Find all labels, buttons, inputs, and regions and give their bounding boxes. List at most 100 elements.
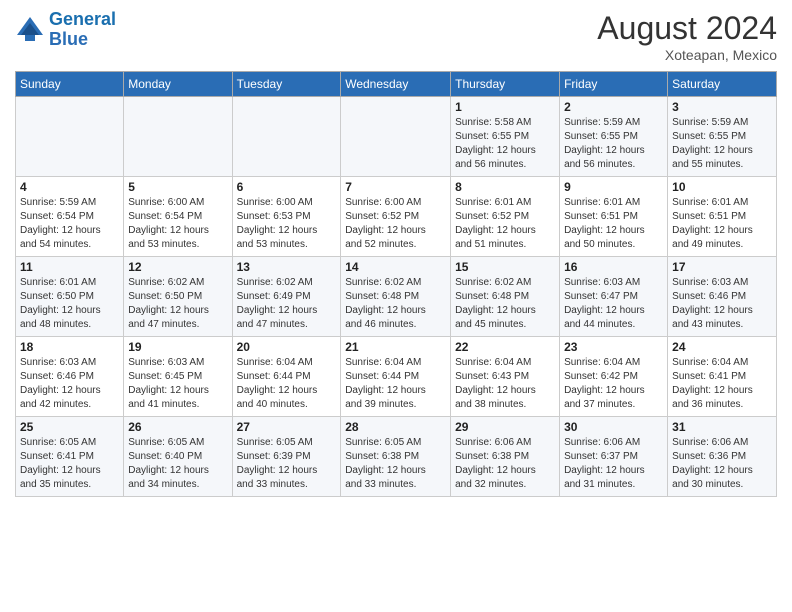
day-info: Sunrise: 6:04 AM Sunset: 6:44 PM Dayligh… xyxy=(345,356,446,412)
week-row-1: 4 Sunrise: 5:59 AM Sunset: 6:54 PM Daylig… xyxy=(16,177,777,257)
cell-w2-d4: 15 Sunrise: 6:02 AM Sunset: 6:48 PM Dayli… xyxy=(451,257,560,337)
cell-w3-d4: 22 Sunrise: 6:04 AM Sunset: 6:43 PM Dayli… xyxy=(451,337,560,417)
col-wednesday: Wednesday xyxy=(341,72,451,97)
cell-w4-d4: 29 Sunrise: 6:06 AM Sunset: 6:38 PM Dayli… xyxy=(451,417,560,497)
cell-w1-d6: 10 Sunrise: 6:01 AM Sunset: 6:51 PM Dayli… xyxy=(668,177,777,257)
day-info: Sunrise: 6:05 AM Sunset: 6:39 PM Dayligh… xyxy=(237,436,337,492)
location: Xoteapan, Mexico xyxy=(597,47,777,63)
day-number: 3 xyxy=(672,100,772,114)
day-number: 2 xyxy=(564,100,663,114)
day-info: Sunrise: 6:04 AM Sunset: 6:41 PM Dayligh… xyxy=(672,356,772,412)
cell-w1-d5: 9 Sunrise: 6:01 AM Sunset: 6:51 PM Daylig… xyxy=(560,177,668,257)
day-info: Sunrise: 6:06 AM Sunset: 6:38 PM Dayligh… xyxy=(455,436,555,492)
day-number: 11 xyxy=(20,260,119,274)
cell-w3-d2: 20 Sunrise: 6:04 AM Sunset: 6:44 PM Dayli… xyxy=(232,337,341,417)
day-info: Sunrise: 6:01 AM Sunset: 6:51 PM Dayligh… xyxy=(564,196,663,252)
logo-icon xyxy=(15,15,45,45)
day-number: 10 xyxy=(672,180,772,194)
title-block: August 2024 Xoteapan, Mexico xyxy=(597,10,777,63)
day-info: Sunrise: 5:59 AM Sunset: 6:55 PM Dayligh… xyxy=(672,116,772,172)
page: General Blue August 2024 Xoteapan, Mexic… xyxy=(0,0,792,507)
day-number: 4 xyxy=(20,180,119,194)
day-number: 22 xyxy=(455,340,555,354)
col-sunday: Sunday xyxy=(16,72,124,97)
day-info: Sunrise: 5:58 AM Sunset: 6:55 PM Dayligh… xyxy=(455,116,555,172)
cell-w3-d1: 19Sunrise: 6:03 AM Sunset: 6:45 PM Dayli… xyxy=(124,337,232,417)
day-number: 27 xyxy=(237,420,337,434)
col-friday: Friday xyxy=(560,72,668,97)
day-number: 9 xyxy=(564,180,663,194)
cell-w0-d5: 2 Sunrise: 5:59 AM Sunset: 6:55 PM Daylig… xyxy=(560,97,668,177)
day-info: Sunrise: 6:02 AM Sunset: 6:49 PM Dayligh… xyxy=(237,276,337,332)
col-tuesday: Tuesday xyxy=(232,72,341,97)
day-number: 17 xyxy=(672,260,772,274)
day-info: Sunrise: 6:02 AM Sunset: 6:48 PM Dayligh… xyxy=(455,276,555,332)
calendar-header-row: Sunday Monday Tuesday Wednesday Thursday… xyxy=(16,72,777,97)
cell-w4-d5: 30 Sunrise: 6:06 AM Sunset: 6:37 PM Dayli… xyxy=(560,417,668,497)
cell-w1-d1: 5 Sunrise: 6:00 AM Sunset: 6:54 PM Daylig… xyxy=(124,177,232,257)
day-number: 8 xyxy=(455,180,555,194)
cell-w2-d6: 17 Sunrise: 6:03 AM Sunset: 6:46 PM Dayli… xyxy=(668,257,777,337)
day-number: 12 xyxy=(128,260,227,274)
cell-w1-d3: 7 Sunrise: 6:00 AM Sunset: 6:52 PM Daylig… xyxy=(341,177,451,257)
day-info: Sunrise: 6:03 AM Sunset: 6:47 PM Dayligh… xyxy=(564,276,663,332)
day-number: 21 xyxy=(345,340,446,354)
col-saturday: Saturday xyxy=(668,72,777,97)
cell-w3-d0: 18Sunrise: 6:03 AM Sunset: 6:46 PM Dayli… xyxy=(16,337,124,417)
day-info: Sunrise: 5:59 AM Sunset: 6:54 PM Dayligh… xyxy=(20,196,119,252)
day-info: Sunrise: 5:59 AM Sunset: 6:55 PM Dayligh… xyxy=(564,116,663,172)
week-row-3: 18Sunrise: 6:03 AM Sunset: 6:46 PM Dayli… xyxy=(16,337,777,417)
day-info: Sunrise: 6:03 AM Sunset: 6:46 PM Dayligh… xyxy=(672,276,772,332)
month-year: August 2024 xyxy=(597,10,777,47)
logo-text: General Blue xyxy=(49,10,116,50)
cell-w2-d1: 12Sunrise: 6:02 AM Sunset: 6:50 PM Dayli… xyxy=(124,257,232,337)
day-info: Sunrise: 6:00 AM Sunset: 6:52 PM Dayligh… xyxy=(345,196,446,252)
day-info: Sunrise: 6:05 AM Sunset: 6:38 PM Dayligh… xyxy=(345,436,446,492)
col-thursday: Thursday xyxy=(451,72,560,97)
day-info: Sunrise: 6:04 AM Sunset: 6:44 PM Dayligh… xyxy=(237,356,337,412)
cell-w4-d1: 26Sunrise: 6:05 AM Sunset: 6:40 PM Dayli… xyxy=(124,417,232,497)
cell-w0-d0 xyxy=(16,97,124,177)
day-info: Sunrise: 6:06 AM Sunset: 6:37 PM Dayligh… xyxy=(564,436,663,492)
cell-w2-d2: 13 Sunrise: 6:02 AM Sunset: 6:49 PM Dayli… xyxy=(232,257,341,337)
day-info: Sunrise: 6:04 AM Sunset: 6:42 PM Dayligh… xyxy=(564,356,663,412)
header: General Blue August 2024 Xoteapan, Mexic… xyxy=(15,10,777,63)
day-number: 13 xyxy=(237,260,337,274)
cell-w4-d2: 27 Sunrise: 6:05 AM Sunset: 6:39 PM Dayli… xyxy=(232,417,341,497)
day-number: 1 xyxy=(455,100,555,114)
day-number: 20 xyxy=(237,340,337,354)
cell-w0-d6: 3 Sunrise: 5:59 AM Sunset: 6:55 PM Daylig… xyxy=(668,97,777,177)
cell-w4-d6: 31Sunrise: 6:06 AM Sunset: 6:36 PM Dayli… xyxy=(668,417,777,497)
cell-w1-d4: 8Sunrise: 6:01 AM Sunset: 6:52 PM Daylig… xyxy=(451,177,560,257)
day-number: 7 xyxy=(345,180,446,194)
day-info: Sunrise: 6:06 AM Sunset: 6:36 PM Dayligh… xyxy=(672,436,772,492)
day-info: Sunrise: 6:02 AM Sunset: 6:48 PM Dayligh… xyxy=(345,276,446,332)
cell-w0-d4: 1 Sunrise: 5:58 AM Sunset: 6:55 PM Daylig… xyxy=(451,97,560,177)
day-number: 18 xyxy=(20,340,119,354)
day-number: 29 xyxy=(455,420,555,434)
week-row-4: 25Sunrise: 6:05 AM Sunset: 6:41 PM Dayli… xyxy=(16,417,777,497)
day-info: Sunrise: 6:01 AM Sunset: 6:51 PM Dayligh… xyxy=(672,196,772,252)
cell-w2-d5: 16Sunrise: 6:03 AM Sunset: 6:47 PM Dayli… xyxy=(560,257,668,337)
day-number: 15 xyxy=(455,260,555,274)
day-info: Sunrise: 6:01 AM Sunset: 6:50 PM Dayligh… xyxy=(20,276,119,332)
cell-w1-d2: 6Sunrise: 6:00 AM Sunset: 6:53 PM Daylig… xyxy=(232,177,341,257)
day-info: Sunrise: 6:04 AM Sunset: 6:43 PM Dayligh… xyxy=(455,356,555,412)
logo: General Blue xyxy=(15,10,116,50)
week-row-0: 1 Sunrise: 5:58 AM Sunset: 6:55 PM Daylig… xyxy=(16,97,777,177)
col-monday: Monday xyxy=(124,72,232,97)
day-number: 14 xyxy=(345,260,446,274)
day-info: Sunrise: 6:03 AM Sunset: 6:45 PM Dayligh… xyxy=(128,356,227,412)
cell-w2-d3: 14 Sunrise: 6:02 AM Sunset: 6:48 PM Dayli… xyxy=(341,257,451,337)
cell-w3-d6: 24Sunrise: 6:04 AM Sunset: 6:41 PM Dayli… xyxy=(668,337,777,417)
week-row-2: 11 Sunrise: 6:01 AM Sunset: 6:50 PM Dayli… xyxy=(16,257,777,337)
cell-w3-d3: 21 Sunrise: 6:04 AM Sunset: 6:44 PM Dayli… xyxy=(341,337,451,417)
day-number: 30 xyxy=(564,420,663,434)
day-info: Sunrise: 6:00 AM Sunset: 6:54 PM Dayligh… xyxy=(128,196,227,252)
day-number: 5 xyxy=(128,180,227,194)
cell-w4-d0: 25Sunrise: 6:05 AM Sunset: 6:41 PM Dayli… xyxy=(16,417,124,497)
day-info: Sunrise: 6:05 AM Sunset: 6:41 PM Dayligh… xyxy=(20,436,119,492)
cell-w0-d1 xyxy=(124,97,232,177)
cell-w1-d0: 4 Sunrise: 5:59 AM Sunset: 6:54 PM Daylig… xyxy=(16,177,124,257)
day-number: 28 xyxy=(345,420,446,434)
